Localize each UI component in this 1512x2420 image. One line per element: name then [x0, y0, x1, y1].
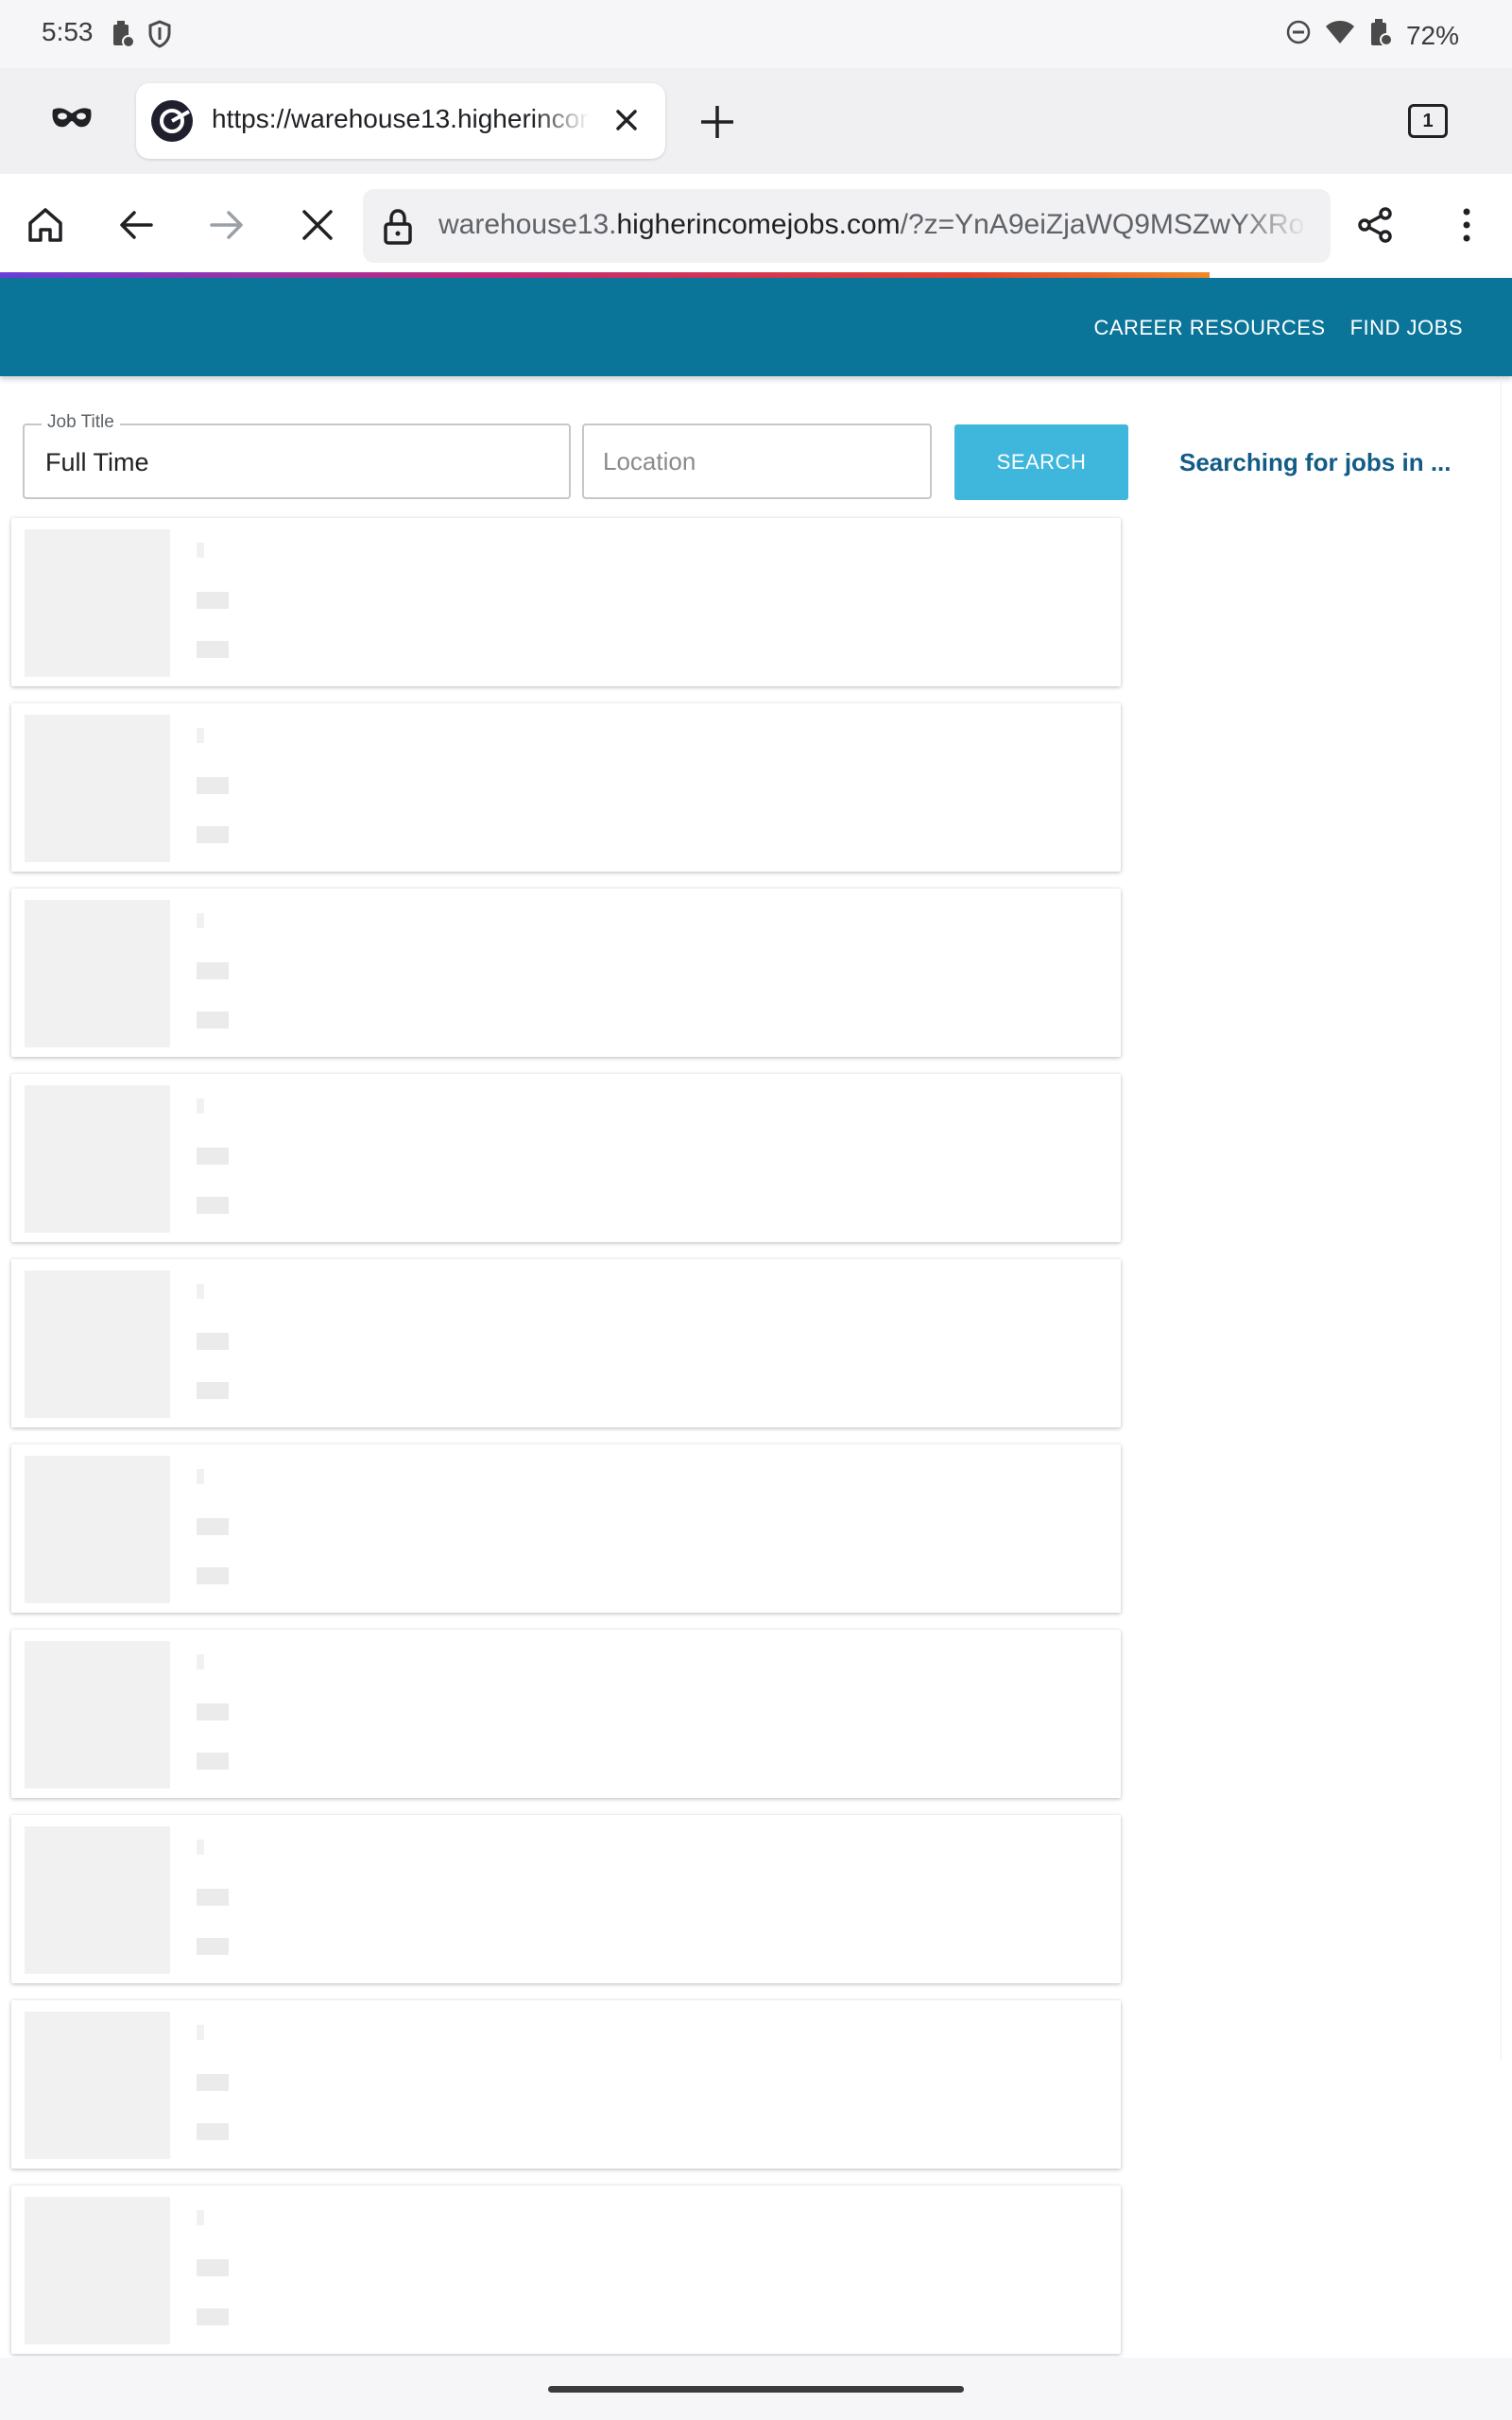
- result-card-skeleton: [11, 2000, 1121, 2169]
- result-card-skeleton: [11, 1815, 1121, 1983]
- back-arrow-icon[interactable]: [115, 204, 157, 251]
- stop-loading-icon[interactable]: [297, 204, 338, 251]
- location-field[interactable]: [582, 424, 932, 499]
- wifi-icon: [1325, 19, 1355, 52]
- skeleton-line: [197, 592, 229, 609]
- tab-strip: https://warehouse13.higherincomejobs.com…: [0, 68, 1512, 174]
- url-host: higherincomejobs.com: [616, 209, 901, 240]
- skeleton-line: [197, 2123, 229, 2140]
- skeleton-line: [197, 1197, 229, 1214]
- skeleton-line: [197, 913, 204, 928]
- skeleton-line: [197, 826, 229, 843]
- skeleton-line: [197, 1382, 229, 1399]
- job-title-value: Full Time: [45, 448, 149, 476]
- url-subdomain: warehouse13.: [438, 209, 617, 240]
- skeleton-line: [197, 2025, 204, 2040]
- more-options-icon[interactable]: [1446, 204, 1487, 251]
- battery-icon: [1368, 17, 1393, 54]
- do-not-disturb-icon: [1285, 19, 1312, 52]
- skeleton-thumbnail: [25, 2012, 170, 2159]
- skeleton-line: [197, 1938, 229, 1955]
- skeleton-line: [197, 1703, 229, 1720]
- system-navigation-bar: [0, 2358, 1512, 2420]
- skeleton-thumbnail: [25, 529, 170, 677]
- new-tab-icon[interactable]: [697, 102, 737, 147]
- search-button[interactable]: SEARCH: [954, 424, 1128, 500]
- skeleton-line: [197, 641, 229, 658]
- site-nav: CAREER RESOURCES FIND JOBS: [1093, 316, 1463, 340]
- lock-icon[interactable]: [382, 208, 414, 251]
- home-icon[interactable]: [25, 204, 66, 251]
- skeleton-thumbnail: [25, 1641, 170, 1789]
- skeleton-line: [197, 543, 204, 558]
- forward-arrow-icon[interactable]: [206, 204, 248, 251]
- site-favicon-icon: [151, 100, 193, 142]
- skeleton-line: [197, 962, 229, 979]
- skeleton-line: [197, 777, 229, 794]
- url-path: /?z=YnA9eiZjaWQ9MSZwYXRoX3: [900, 209, 1308, 240]
- share-icon[interactable]: [1355, 204, 1397, 251]
- skeleton-thumbnail: [25, 900, 170, 1047]
- skeleton-line: [197, 728, 204, 743]
- close-tab-icon[interactable]: [610, 104, 643, 141]
- skeleton-line: [197, 2210, 204, 2225]
- search-status-text: Searching for jobs in ...: [1179, 448, 1452, 476]
- skeleton-thumbnail: [25, 715, 170, 862]
- result-card-skeleton: [11, 1074, 1121, 1242]
- result-card-skeleton: [11, 1259, 1121, 1427]
- skeleton-line: [197, 2074, 229, 2091]
- skeleton-line: [197, 1567, 229, 1584]
- skeleton-line: [197, 1148, 229, 1165]
- skeleton-thumbnail: [25, 1826, 170, 1974]
- skeleton-line: [197, 1284, 204, 1299]
- nav-link-find-jobs[interactable]: FIND JOBS: [1350, 316, 1463, 340]
- skeleton-line: [197, 1840, 204, 1855]
- result-card-skeleton: [11, 518, 1121, 686]
- battery-saver-icon: [110, 19, 135, 54]
- location-input[interactable]: [584, 425, 930, 497]
- result-card-skeleton: [11, 2186, 1121, 2354]
- tab-title: https://warehouse13.higherincomejobs.com: [212, 104, 590, 133]
- skeleton-thumbnail: [25, 2197, 170, 2344]
- skeleton-line: [197, 1654, 204, 1669]
- browser-toolbar: warehouse13.higherincomejobs.com/?z=YnA9…: [0, 174, 1512, 278]
- shield-icon: [147, 19, 172, 54]
- site-header: CAREER RESOURCES FIND JOBS: [0, 278, 1512, 376]
- result-card-skeleton: [11, 1630, 1121, 1798]
- skeleton-line: [197, 1333, 229, 1350]
- nav-link-career-resources[interactable]: CAREER RESOURCES: [1093, 316, 1325, 340]
- skeleton-line: [197, 1889, 229, 1906]
- result-card-skeleton: [11, 889, 1121, 1057]
- gesture-handle[interactable]: [548, 2386, 964, 2393]
- browser-tab[interactable]: https://warehouse13.higherincomejobs.com: [136, 83, 665, 159]
- skeleton-line: [197, 1753, 229, 1770]
- skeleton-line: [197, 2259, 229, 2276]
- skeleton-line: [197, 1469, 204, 1484]
- skeleton-thumbnail: [25, 1456, 170, 1603]
- skeleton-line: [197, 1518, 229, 1535]
- status-bar: 5:53 72%: [0, 0, 1512, 68]
- skeleton-line: [197, 1098, 204, 1114]
- result-card-skeleton: [11, 703, 1121, 872]
- url-text: warehouse13.higherincomejobs.com/?z=YnA9…: [438, 209, 1308, 247]
- address-bar[interactable]: warehouse13.higherincomejobs.com/?z=YnA9…: [363, 189, 1331, 263]
- job-title-field[interactable]: Job Title Full Time: [23, 412, 571, 499]
- skeleton-line: [197, 1011, 229, 1028]
- skeleton-thumbnail: [25, 1085, 170, 1233]
- skeleton-thumbnail: [25, 1270, 170, 1418]
- private-browsing-icon[interactable]: [51, 104, 93, 135]
- status-time: 5:53: [42, 17, 94, 46]
- job-title-label: Job Title: [42, 412, 120, 433]
- page-scroll-edge: [1501, 378, 1512, 2061]
- skeleton-line: [197, 2308, 229, 2325]
- battery-percentage: 72%: [1405, 20, 1459, 50]
- tab-count-button[interactable]: 1: [1408, 104, 1448, 138]
- result-card-skeleton: [11, 1444, 1121, 1613]
